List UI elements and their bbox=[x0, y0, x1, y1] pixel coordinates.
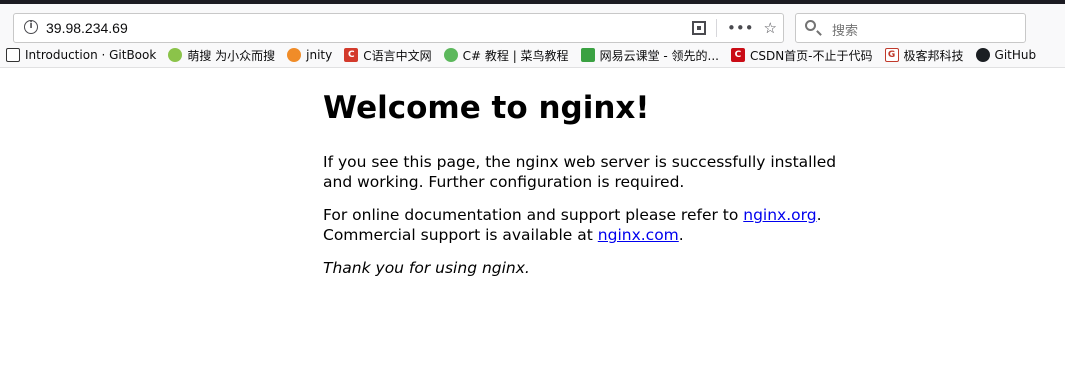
jnity-icon bbox=[287, 48, 302, 62]
netease-study-icon bbox=[580, 48, 595, 62]
bookmark-item[interactable]: 网易云课堂 - 领先的... bbox=[575, 43, 725, 67]
bookmarks-toolbar: Introduction · GitBook 萌搜 为小众而搜 jnity C … bbox=[0, 43, 1065, 68]
qr-code-icon[interactable] bbox=[692, 21, 706, 35]
bookmark-star-icon[interactable]: ☆ bbox=[764, 18, 777, 38]
bookmark-label: GitHub bbox=[994, 48, 1037, 62]
page-title: Welcome to nginx! bbox=[323, 90, 650, 126]
install-message: If you see this page, the nginx web serv… bbox=[323, 153, 837, 191]
bookmark-label: 萌搜 为小众而搜 bbox=[187, 48, 276, 63]
runoob-icon bbox=[443, 48, 458, 62]
search-bar[interactable]: 搜索 bbox=[795, 13, 1026, 43]
bookmark-label: 极客邦科技 bbox=[903, 48, 964, 63]
csdn-icon: C bbox=[730, 48, 745, 62]
bookmark-item[interactable]: C# 教程 | 菜鸟教程 bbox=[438, 43, 575, 67]
bookmark-item[interactable]: C C语言中文网 bbox=[338, 43, 437, 67]
nginx-com-link[interactable]: nginx.com bbox=[598, 226, 679, 244]
nginx-welcome: Welcome to nginx! If you see this page, … bbox=[323, 90, 863, 278]
url-bar[interactable]: i 39.98.234.69 ••• ☆ bbox=[13, 13, 784, 43]
bookmark-label: C# 教程 | 菜鸟教程 bbox=[462, 48, 569, 63]
github-icon bbox=[975, 48, 990, 62]
bookmark-label: C语言中文网 bbox=[363, 48, 432, 63]
mengsou-icon bbox=[168, 48, 183, 62]
bookmark-label: CSDN首页-不止于代码 bbox=[749, 48, 873, 63]
divider bbox=[716, 19, 717, 37]
more-actions-icon[interactable]: ••• bbox=[727, 18, 754, 38]
bookmark-label: Introduction · GitBook bbox=[25, 48, 157, 62]
doc-prefix-text: For online documentation and support ple… bbox=[323, 206, 744, 224]
bookmark-label: jnity bbox=[306, 48, 333, 62]
search-icon bbox=[805, 20, 816, 31]
url-text[interactable]: 39.98.234.69 bbox=[46, 19, 128, 37]
url-actions: ••• ☆ bbox=[692, 18, 777, 38]
search-input-placeholder[interactable]: 搜索 bbox=[832, 20, 858, 39]
geekbang-icon: G bbox=[884, 48, 899, 62]
page-content: Welcome to nginx! If you see this page, … bbox=[0, 68, 1065, 379]
bookmark-item[interactable]: GitHub bbox=[970, 43, 1043, 67]
book-icon bbox=[6, 48, 20, 62]
documentation-message: For online documentation and support ple… bbox=[323, 205, 863, 245]
bookmark-item[interactable]: 萌搜 为小众而搜 bbox=[162, 43, 281, 67]
bookmark-item[interactable]: Introduction · GitBook bbox=[0, 43, 162, 67]
bookmark-item[interactable]: G 极客邦科技 bbox=[879, 43, 970, 67]
bookmark-item[interactable]: C CSDN首页-不止于代码 bbox=[725, 43, 879, 67]
doc-suffix-text: . bbox=[678, 226, 684, 244]
bookmark-item[interactable]: jnity bbox=[281, 43, 338, 67]
navigation-toolbar: i 39.98.234.69 ••• ☆ 搜索 bbox=[0, 4, 1065, 43]
c-language-icon: C bbox=[344, 48, 359, 62]
bookmark-label: 网易云课堂 - 领先的... bbox=[599, 48, 719, 63]
thank-you-message: Thank you for using nginx. bbox=[323, 259, 530, 277]
nginx-org-link[interactable]: nginx.org bbox=[743, 206, 816, 224]
info-icon[interactable]: i bbox=[24, 20, 38, 34]
